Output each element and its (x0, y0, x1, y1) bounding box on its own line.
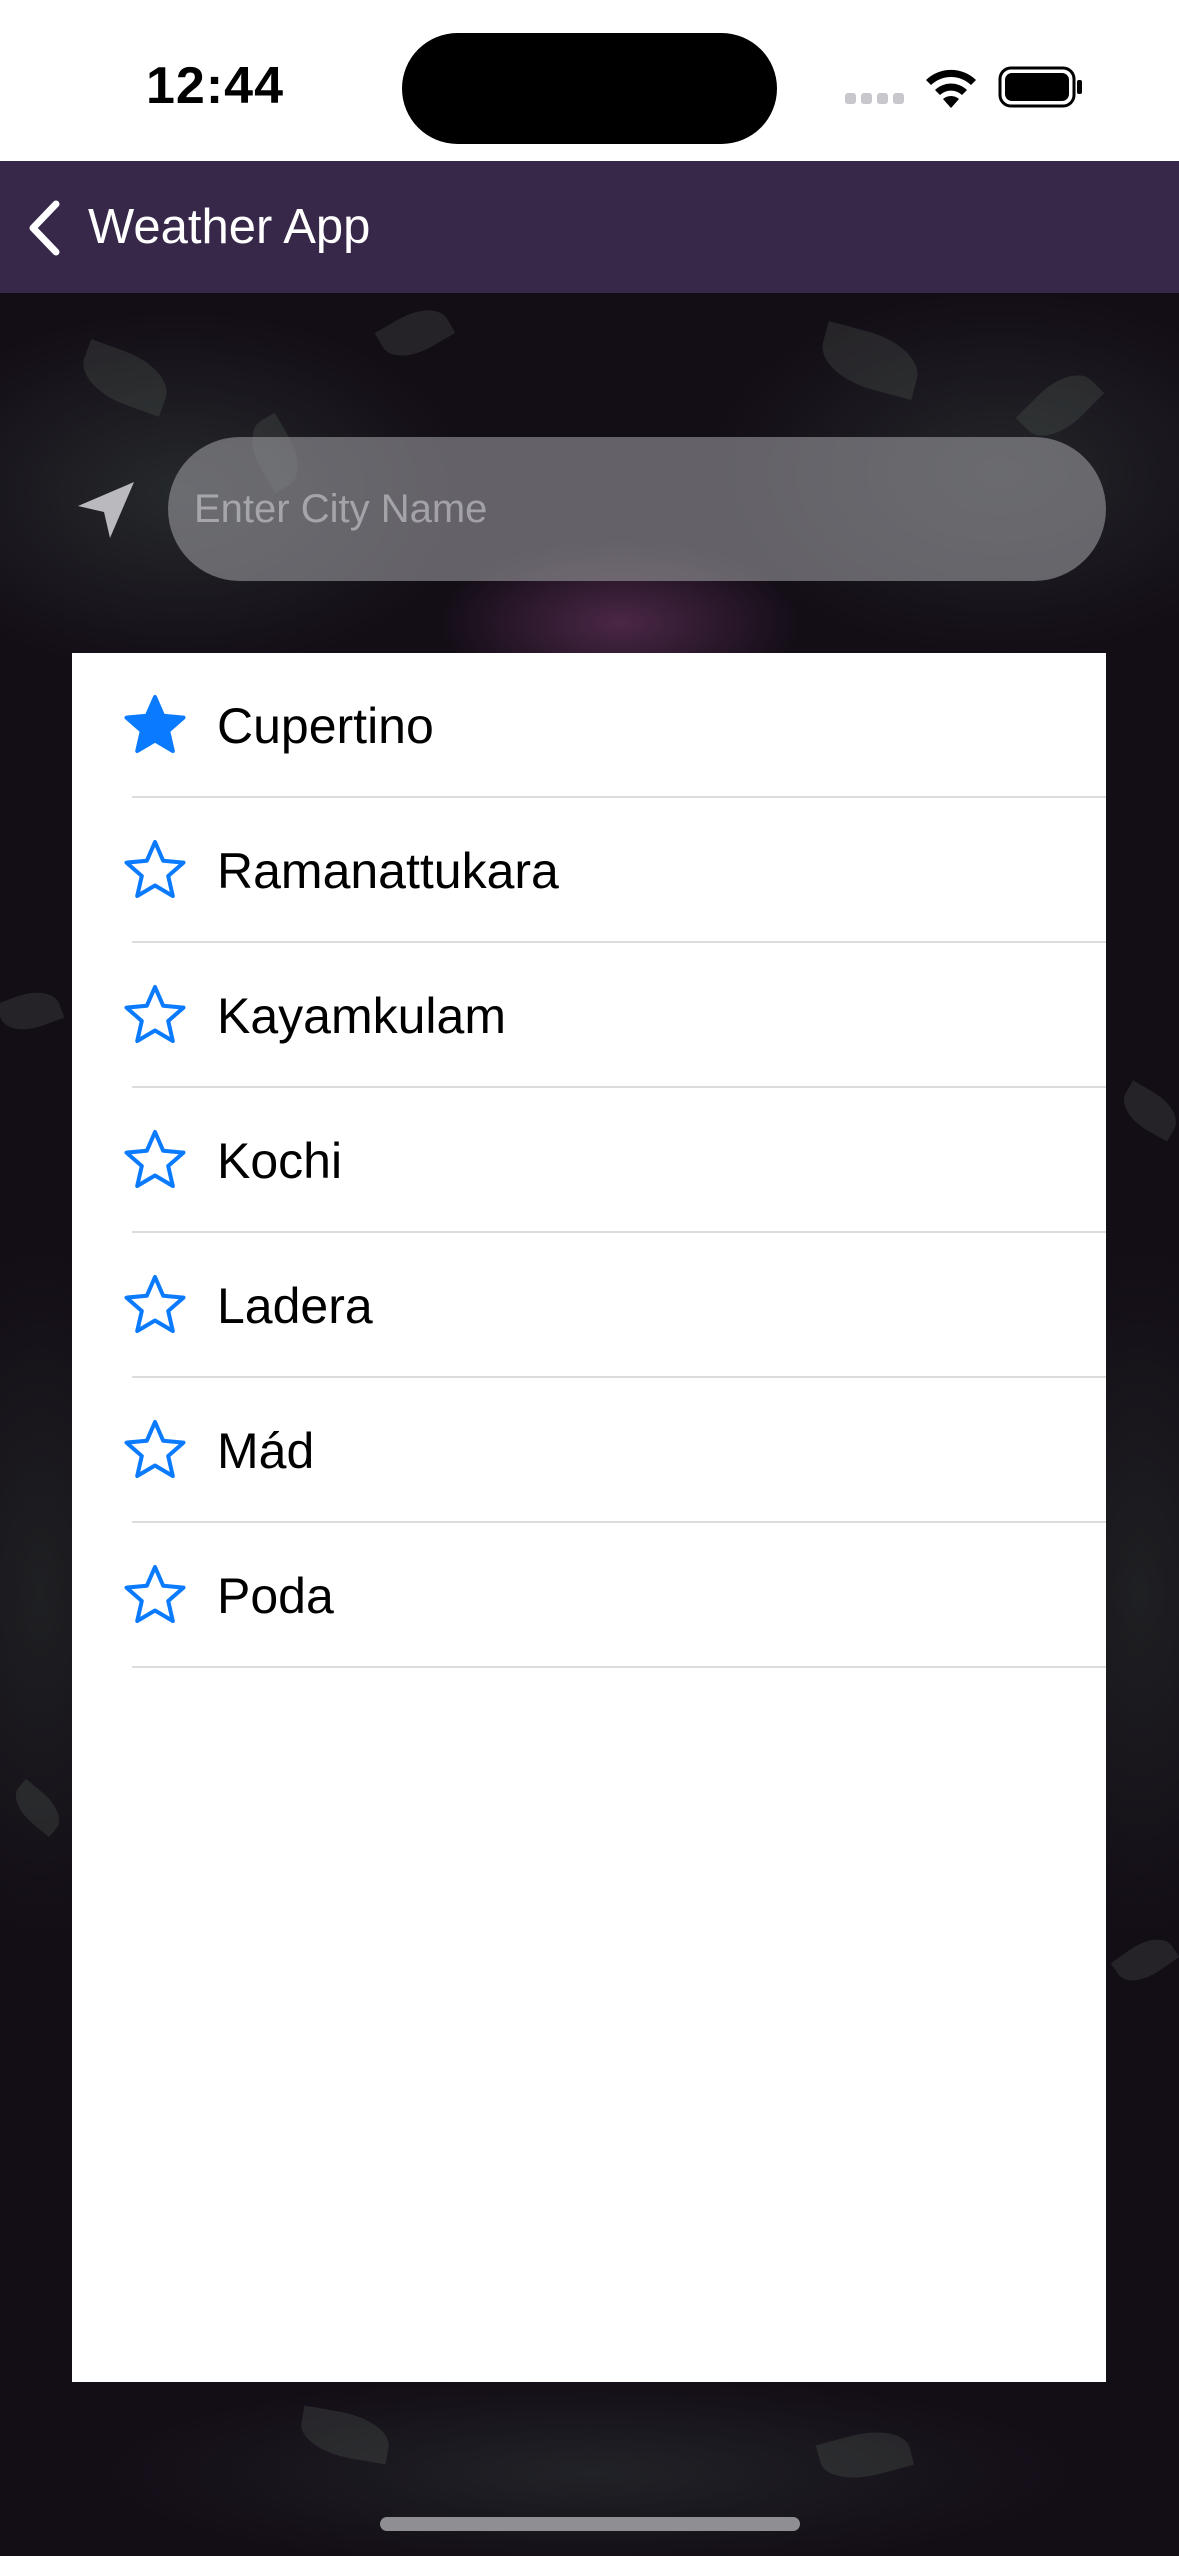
city-name: Kochi (217, 1133, 343, 1189)
star-outline-icon[interactable] (123, 1418, 187, 1482)
signal-icon (845, 93, 905, 105)
city-row[interactable]: Cupertino (72, 653, 1106, 798)
battery-icon (998, 66, 1082, 108)
dynamic-island (402, 33, 777, 144)
star-outline-icon[interactable] (123, 838, 187, 902)
city-row[interactable]: Poda (72, 1523, 1106, 1668)
city-row[interactable]: Ramanattukara (72, 798, 1106, 943)
nav-bar: Weather App (0, 161, 1179, 293)
home-indicator (380, 2517, 800, 2531)
nav-title[interactable]: Weather App (88, 199, 370, 255)
city-name: Ladera (217, 1278, 373, 1334)
status-bar: 12:44 (0, 0, 1179, 161)
star-outline-icon[interactable] (123, 1563, 187, 1627)
location-arrow-icon[interactable] (74, 478, 138, 542)
city-name: Poda (217, 1568, 334, 1624)
city-row[interactable]: Mád (72, 1378, 1106, 1523)
city-row[interactable]: Kochi (72, 1088, 1106, 1233)
city-row[interactable]: Ladera (72, 1233, 1106, 1378)
city-name: Cupertino (217, 698, 434, 754)
status-time: 12:44 (146, 57, 284, 115)
city-name: Mád (217, 1423, 315, 1479)
screen: 12:44 Weather App Enter City Name Cupert… (0, 0, 1179, 2556)
star-outline-icon[interactable] (123, 1128, 187, 1192)
city-name: Kayamkulam (217, 988, 506, 1044)
city-name: Ramanattukara (217, 843, 559, 899)
star-filled-icon[interactable] (123, 693, 187, 757)
wifi-icon (926, 69, 976, 108)
city-row[interactable]: Kayamkulam (72, 943, 1106, 1088)
search-input[interactable] (168, 437, 1106, 581)
city-list: Cupertino Ramanattukara Kayamkulam Kochi Lad… (72, 653, 1106, 2382)
row-divider (132, 1666, 1106, 1668)
star-outline-icon[interactable] (123, 983, 187, 1047)
star-outline-icon[interactable] (123, 1273, 187, 1337)
chevron-left-icon[interactable] (24, 199, 64, 257)
